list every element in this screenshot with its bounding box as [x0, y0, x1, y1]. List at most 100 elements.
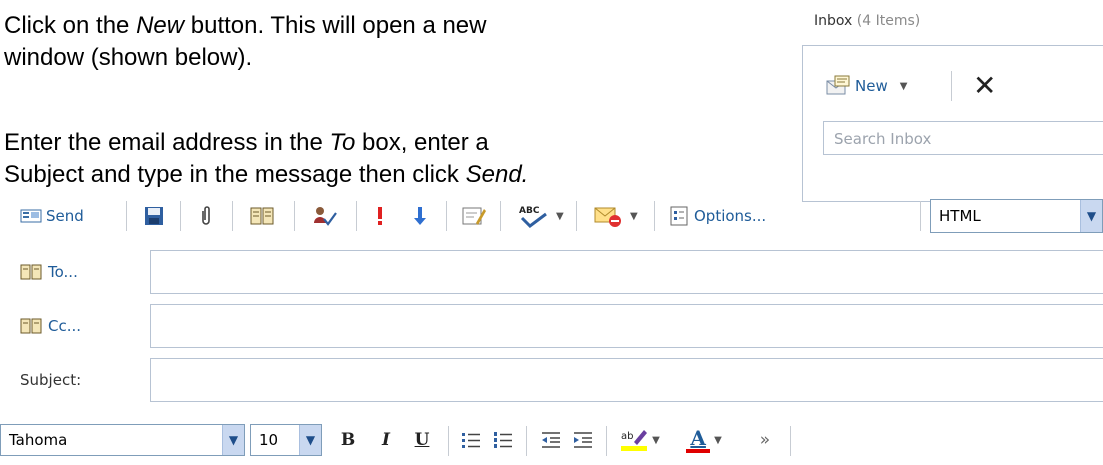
chevron-down-icon[interactable]: ▼	[1080, 200, 1102, 232]
new-mail-icon	[826, 75, 850, 95]
font-select[interactable]: Tahoma ▼	[0, 424, 245, 456]
signature-button[interactable]	[462, 203, 486, 229]
decrease-indent-button[interactable]	[538, 425, 564, 455]
inbox-panel: Inbox (4 Items) New ▼ ✕ Search Inbox	[802, 0, 1103, 205]
toolbar-divider	[790, 426, 791, 456]
spelling-icon: ABC	[519, 206, 547, 228]
font-value: Tahoma	[9, 431, 68, 449]
address-book-icon	[20, 264, 42, 280]
compose-window: Send ABC ▼ ▼ Options... HTML ▼ To... Cc.…	[0, 192, 1103, 465]
bullets-button[interactable]	[458, 425, 484, 455]
address-book-icon	[250, 207, 274, 225]
highlight-icon: ab	[621, 430, 648, 451]
numbering-icon	[494, 432, 512, 448]
attach-button[interactable]	[200, 203, 212, 229]
increase-indent-icon	[574, 432, 592, 448]
inbox-title: Inbox (4 Items)	[814, 13, 921, 29]
chevron-down-icon[interactable]: ▼	[299, 425, 321, 455]
low-importance-button[interactable]	[414, 203, 426, 229]
toolbar-divider	[654, 201, 655, 231]
toolbar-divider	[180, 201, 181, 231]
send-label: Send	[46, 207, 84, 225]
flag-icon	[594, 207, 621, 227]
message-format-value: HTML	[939, 207, 981, 225]
instruction-line-1: Click on the New button. This will open …	[4, 12, 487, 39]
chevron-down-icon[interactable]: ▼	[222, 425, 244, 455]
toolbar-divider	[500, 201, 501, 231]
to-button[interactable]: To...	[20, 250, 78, 294]
formatting-toolbar: Tahoma ▼ 10 ▼ B I U ab ▼ A ▼ »	[0, 417, 1103, 465]
to-field[interactable]	[150, 250, 1103, 294]
toolbar-divider	[448, 426, 449, 456]
inbox-toolbar-box: New ▼ ✕ Search Inbox	[802, 45, 1103, 202]
toolbar-divider	[576, 201, 577, 231]
search-inbox-input[interactable]: Search Inbox	[823, 121, 1103, 155]
attach-icon	[202, 206, 210, 225]
subject-field[interactable]	[150, 358, 1103, 402]
increase-indent-button[interactable]	[570, 425, 596, 455]
check-names-button[interactable]	[312, 203, 338, 229]
font-size-select[interactable]: 10 ▼	[250, 424, 322, 456]
new-button-label: New	[855, 77, 888, 95]
chevron-down-icon[interactable]: ▼	[652, 435, 660, 446]
flag-button[interactable]: ▼	[594, 203, 638, 229]
to-label: To...	[48, 263, 78, 281]
send-button[interactable]: Send	[20, 203, 84, 229]
underline-button[interactable]: U	[410, 425, 434, 455]
instruction-line-2: window (shown below).	[4, 44, 253, 71]
instruction-em-send: Send.	[465, 161, 529, 188]
new-button[interactable]: New ▼	[825, 74, 907, 98]
numbering-button[interactable]	[490, 425, 516, 455]
svg-text:ab: ab	[621, 431, 633, 442]
toolbar-divider	[526, 426, 527, 456]
bold-button[interactable]: B	[336, 425, 360, 455]
cc-button[interactable]: Cc...	[20, 304, 81, 348]
high-importance-button[interactable]	[376, 203, 384, 229]
toolbar-divider	[951, 71, 952, 101]
address-book-icon	[20, 318, 42, 334]
low-importance-icon	[414, 207, 426, 225]
check-names-icon	[314, 207, 337, 226]
toolbar-divider	[446, 201, 447, 231]
more-icon[interactable]: »	[752, 425, 778, 455]
message-format-select[interactable]: HTML ▼	[930, 199, 1103, 233]
bullets-icon	[462, 433, 480, 448]
options-label: Options...	[694, 207, 767, 225]
to-row: To...	[0, 250, 1103, 294]
chevron-down-icon[interactable]: ▼	[900, 81, 908, 92]
options-button[interactable]: Options...	[670, 203, 766, 229]
toolbar-divider	[126, 201, 127, 231]
toolbar-divider	[606, 426, 607, 456]
chevron-down-icon[interactable]: ▼	[556, 211, 564, 222]
spelling-button[interactable]: ABC ▼	[518, 203, 564, 229]
toolbar-divider	[232, 201, 233, 231]
toolbar-divider	[356, 201, 357, 231]
cc-field[interactable]	[150, 304, 1103, 348]
highlight-button[interactable]: ab ▼	[614, 425, 666, 455]
save-button[interactable]	[144, 203, 164, 229]
svg-text:ABC: ABC	[519, 206, 540, 216]
instruction-em-new: New	[136, 12, 185, 39]
font-size-value: 10	[259, 431, 279, 449]
toolbar-divider	[294, 201, 295, 231]
font-color-icon: A	[686, 428, 711, 453]
subject-label: Subject:	[20, 371, 82, 389]
options-icon	[670, 206, 688, 226]
instruction-line-3: Enter the email address in the To box, e…	[4, 129, 489, 156]
chevron-down-icon[interactable]: ▼	[714, 435, 722, 446]
font-color-button[interactable]: A ▼	[678, 425, 730, 455]
signature-icon	[462, 207, 486, 225]
address-book-button[interactable]	[250, 203, 274, 229]
chevron-down-icon[interactable]: ▼	[630, 211, 638, 222]
italic-button[interactable]: I	[374, 425, 398, 455]
subject-row: Subject:	[0, 358, 1103, 402]
send-icon	[20, 209, 42, 223]
save-icon	[145, 207, 163, 225]
cc-row: Cc...	[0, 304, 1103, 348]
compose-toolbar: Send ABC ▼ ▼ Options... HTML ▼	[0, 192, 1103, 240]
delete-icon[interactable]: ✕	[973, 68, 996, 104]
toolbar-divider	[920, 201, 921, 231]
decrease-indent-icon	[542, 432, 560, 448]
inbox-count: (4 Items)	[856, 13, 921, 29]
instruction-line-4: Subject and type in the message then cli…	[4, 161, 529, 188]
